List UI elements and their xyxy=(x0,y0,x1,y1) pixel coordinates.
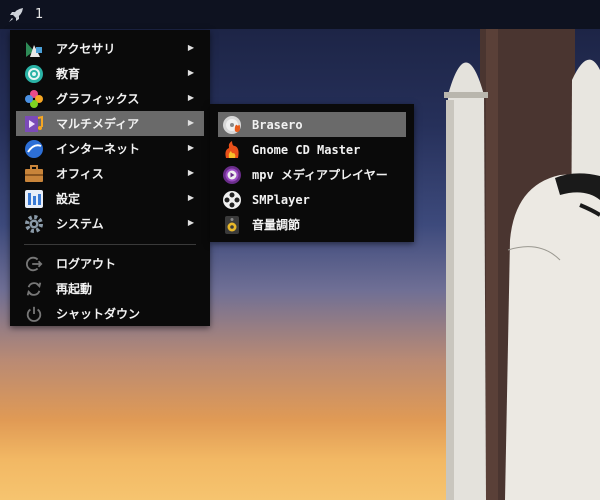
restart-icon xyxy=(24,279,44,299)
chevron-right-icon: ▶ xyxy=(187,218,194,227)
menu-item-restart[interactable]: 再起動 xyxy=(16,276,204,301)
submenu-item-volume-control[interactable]: 音量調節 xyxy=(218,212,406,237)
menu-item-accessories[interactable]: アクセサリ ▶ xyxy=(16,36,204,61)
workspace-indicator[interactable]: 1 xyxy=(35,7,43,22)
menu-item-settings[interactable]: 設定 ▶ xyxy=(16,186,204,211)
chevron-right-icon: ▶ xyxy=(187,118,194,127)
menu-item-office[interactable]: オフィス ▶ xyxy=(16,161,204,186)
chevron-right-icon: ▶ xyxy=(187,68,194,77)
education-icon xyxy=(24,64,44,84)
accessories-icon xyxy=(24,39,44,59)
office-icon xyxy=(24,164,44,184)
menu-item-logout[interactable]: ログアウト xyxy=(16,251,204,276)
menu-item-shutdown[interactable]: シャットダウン xyxy=(16,301,204,326)
logout-icon xyxy=(24,254,44,274)
smplayer-icon xyxy=(222,190,242,210)
multimedia-icon xyxy=(24,114,44,134)
menu-item-graphics[interactable]: グラフィックス ▶ xyxy=(16,86,204,111)
chevron-right-icon: ▶ xyxy=(187,143,194,152)
chevron-right-icon: ▶ xyxy=(187,168,194,177)
submenu-item-mpv[interactable]: mpv メディアプレイヤー xyxy=(218,162,406,187)
rocket-launcher-icon[interactable] xyxy=(6,5,26,25)
menu-item-internet[interactable]: インターネット ▶ xyxy=(16,136,204,161)
settings-icon xyxy=(24,189,44,209)
submenu-item-gnome-cd-master[interactable]: Gnome CD Master xyxy=(218,137,406,162)
power-icon xyxy=(24,304,44,324)
menu-separator xyxy=(24,244,196,245)
internet-icon xyxy=(24,139,44,159)
submenu-item-smplayer[interactable]: SMPlayer xyxy=(218,187,406,212)
system-icon xyxy=(24,214,44,234)
chevron-right-icon: ▶ xyxy=(187,43,194,52)
application-menu: アクセサリ ▶ 教育 ▶ グラフィックス ▶ マルチメディア ▶ インターネット… xyxy=(10,30,210,326)
menu-item-education[interactable]: 教育 ▶ xyxy=(16,61,204,86)
chevron-right-icon: ▶ xyxy=(187,193,194,202)
chevron-right-icon: ▶ xyxy=(187,93,194,102)
gnome-cd-master-icon xyxy=(222,140,242,160)
top-panel: 1 xyxy=(0,0,600,29)
multimedia-submenu: Brasero Gnome CD Master mpv メディアプレイヤー SM… xyxy=(210,104,414,242)
submenu-item-brasero[interactable]: Brasero xyxy=(218,112,406,137)
menu-item-multimedia[interactable]: マルチメディア ▶ xyxy=(16,111,204,136)
brasero-icon xyxy=(222,115,242,135)
graphics-icon xyxy=(24,89,44,109)
menu-item-system[interactable]: システム ▶ xyxy=(16,211,204,236)
volume-control-icon xyxy=(222,215,242,235)
mpv-icon xyxy=(222,165,242,185)
